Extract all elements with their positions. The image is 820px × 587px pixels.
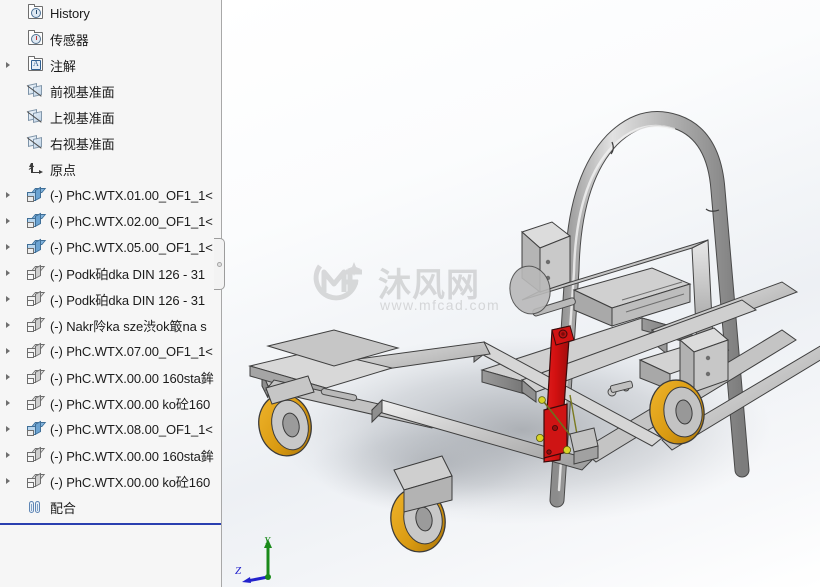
assembly-icon xyxy=(26,238,47,256)
triad-label-z: Z xyxy=(235,565,242,577)
tree-item[interactable]: (-) PhC.WTX.00.00 160sta鉾 xyxy=(0,442,221,468)
splitter-grip-dot xyxy=(217,262,222,267)
tree-item-label: (-) PhC.WTX.00.00 ko砼160 xyxy=(50,396,211,412)
part-icon xyxy=(26,446,46,464)
part-icon xyxy=(26,342,46,360)
cart-assembly-3d-model[interactable] xyxy=(222,0,820,587)
panel-splitter-handle[interactable] xyxy=(214,238,225,290)
part-icon xyxy=(26,290,46,308)
tree-item-label: 配合 xyxy=(50,500,76,516)
assembly-icon xyxy=(26,212,47,230)
origin-icon xyxy=(26,160,46,178)
part-icon xyxy=(26,316,46,334)
tree-item-label: (-) PhC.WTX.00.00 ko砼160 xyxy=(50,474,211,490)
expand-arrow-icon[interactable] xyxy=(0,218,16,224)
tree-item[interactable]: History xyxy=(0,0,221,26)
tree-item[interactable]: 配合 xyxy=(0,494,221,520)
graphics-viewport[interactable]: 沐风网 www.mfcad.com Y Z xyxy=(222,0,820,587)
triad-label-y: Y xyxy=(264,535,271,547)
tree-item[interactable]: (-) Podk砶dka DIN 126 - 31 xyxy=(0,286,221,312)
tree-item-label: 注解 xyxy=(50,58,76,74)
tree-item-label: 右视基准面 xyxy=(50,136,115,152)
tree-item[interactable]: (-) PhC.WTX.00.00 ko砼160 xyxy=(0,468,221,494)
expand-arrow-icon[interactable] xyxy=(0,296,16,302)
tree-item[interactable]: (-) PhC.WTX.00.00 160sta鉾 xyxy=(0,364,221,390)
tree-item[interactable]: (-) PhC.WTX.08.00_OF1_1< xyxy=(0,416,221,442)
tree-item[interactable]: (-) PhC.WTX.05.00_OF1_1< xyxy=(0,234,221,260)
feature-manager-tree-panel[interactable]: History 传感器注解前视基准面上视基准面右视基准面原点 (-) PhC.WTX… xyxy=(0,0,222,587)
expand-arrow-icon[interactable] xyxy=(0,426,16,432)
tree-item-label: 前视基准面 xyxy=(50,84,115,100)
caster-wheel-front xyxy=(390,455,453,553)
expand-arrow-icon[interactable] xyxy=(0,62,16,68)
tree-item[interactable]: 右视基准面 xyxy=(0,130,221,156)
expand-arrow-icon[interactable] xyxy=(0,192,16,198)
part-icon xyxy=(26,472,46,490)
coordinate-triad: Y Z xyxy=(234,535,294,583)
tree-item-label: (-) PhC.WTX.07.00_OF1_1< xyxy=(50,343,213,359)
tree-item[interactable]: (-) PhC.WTX.02.00_OF1_1< xyxy=(0,208,221,234)
tree-item-label: (-) Podk砶dka DIN 126 - 31 xyxy=(50,266,206,282)
feature-tree-list[interactable]: History 传感器注解前视基准面上视基准面右视基准面原点 (-) PhC.WTX… xyxy=(0,0,221,520)
expand-arrow-icon[interactable] xyxy=(0,452,16,458)
tree-item-label: (-) PhC.WTX.02.00_OF1_1< xyxy=(50,213,213,229)
assembly-icon xyxy=(26,420,47,438)
tree-item[interactable]: (-) Nakr阾ka sze渋ok箃na s xyxy=(0,312,221,338)
tree-item-label: History xyxy=(50,5,90,21)
tree-item-label: 传感器 xyxy=(50,32,89,48)
tree-item[interactable]: (-) PhC.WTX.01.00_OF1_1< xyxy=(0,182,221,208)
expand-arrow-icon[interactable] xyxy=(0,270,16,276)
tree-item[interactable]: (-) PhC.WTX.07.00_OF1_1< xyxy=(0,338,221,364)
solidworks-window: History 传感器注解前视基准面上视基准面右视基准面原点 (-) PhC.WTX… xyxy=(0,0,820,587)
expand-arrow-icon[interactable] xyxy=(0,322,16,328)
plane-icon xyxy=(26,108,46,126)
tree-item-label: 原点 xyxy=(50,162,76,178)
assembly-icon xyxy=(26,186,47,204)
tree-item-label: (-) PhC.WTX.00.00 160sta鉾 xyxy=(50,370,214,386)
tree-item[interactable]: 上视基准面 xyxy=(0,104,221,130)
expand-arrow-icon[interactable] xyxy=(0,400,16,406)
part-icon xyxy=(26,264,46,282)
tree-item-label: (-) PhC.WTX.00.00 160sta鉾 xyxy=(50,448,214,464)
tree-item[interactable]: 原点 xyxy=(0,156,221,182)
part-icon xyxy=(26,368,46,386)
tree-item[interactable]: 注解 xyxy=(0,52,221,78)
tree-item[interactable]: (-) PhC.WTX.00.00 ko砼160 xyxy=(0,390,221,416)
plane-icon xyxy=(26,134,46,152)
tree-item[interactable]: (-) Podk砶dka DIN 126 - 31 xyxy=(0,260,221,286)
tree-item-label: (-) Nakr阾ka sze渋ok箃na s xyxy=(50,318,207,334)
tree-item-label: (-) PhC.WTX.05.00_OF1_1< xyxy=(50,239,213,255)
part-icon xyxy=(26,394,46,412)
expand-arrow-icon[interactable] xyxy=(0,348,16,354)
expand-arrow-icon[interactable] xyxy=(0,244,16,250)
plane-icon xyxy=(26,82,46,100)
tree-item-label: 上视基准面 xyxy=(50,110,115,126)
tree-item-label: (-) PhC.WTX.01.00_OF1_1< xyxy=(50,187,213,203)
expand-arrow-icon[interactable] xyxy=(0,478,16,484)
mates-icon xyxy=(26,498,46,516)
tree-item-label: (-) Podk砶dka DIN 126 - 31 xyxy=(50,292,206,308)
history-folder-icon xyxy=(26,4,46,22)
tree-item[interactable]: 前视基准面 xyxy=(0,78,221,104)
expand-arrow-icon[interactable] xyxy=(0,374,16,380)
tree-item-label: (-) PhC.WTX.08.00_OF1_1< xyxy=(50,421,213,437)
assembly-insertion-bar[interactable] xyxy=(0,523,221,525)
sensors-folder-icon xyxy=(26,30,46,48)
annotations-folder-icon xyxy=(26,56,46,74)
tree-item[interactable]: 传感器 xyxy=(0,26,221,52)
